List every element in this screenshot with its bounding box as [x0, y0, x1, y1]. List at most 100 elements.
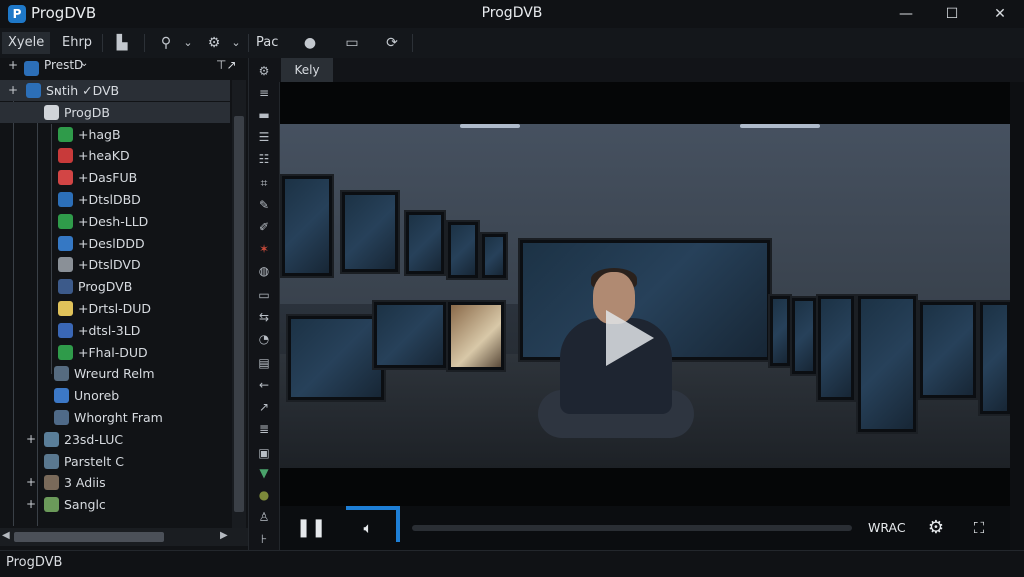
filter-icon[interactable]: ⊤↗	[216, 58, 237, 72]
tree-item[interactable]: +DeslDDD	[0, 233, 230, 254]
signal-icon[interactable]: ⌗	[254, 174, 274, 192]
tree-item[interactable]: +DasFUB	[0, 167, 230, 188]
audio-track-label[interactable]: WRAC	[868, 516, 906, 540]
refresh-icon[interactable]: ⟳	[382, 33, 402, 53]
tree-item[interactable]: +DtslDBD	[0, 189, 230, 210]
clock-icon[interactable]: ◔	[254, 330, 274, 348]
brush-icon[interactable]: ✐	[254, 218, 274, 236]
pen-icon[interactable]: ✎	[254, 196, 274, 214]
list-icon[interactable]: ≡	[254, 84, 274, 102]
tree-expander[interactable]: +	[26, 494, 36, 515]
video-player[interactable]	[280, 82, 1010, 506]
tree-item[interactable]: +Fhal-DUD	[0, 342, 230, 363]
tree-horizontal-scrollbar[interactable]: ◀ ▶	[0, 528, 248, 546]
back-icon[interactable]: ←	[254, 376, 274, 394]
scroll-left-icon[interactable]: ◀	[2, 530, 10, 541]
tree-item-label: Sɴtih ✓DVB	[46, 83, 120, 98]
tree-item[interactable]: Wreurd Relm	[0, 363, 230, 384]
tree-item[interactable]: Unoreb	[0, 385, 230, 406]
scroll-right-icon[interactable]: ▶	[220, 530, 228, 541]
tree-item[interactable]: +3 Adiis	[0, 472, 230, 493]
tree-item-label: +dtsl-3LD	[78, 323, 141, 338]
channel-icon	[58, 257, 73, 272]
channel-icon	[58, 127, 73, 142]
ceiling-light	[460, 124, 520, 128]
gear-icon[interactable]: ⚙	[922, 516, 950, 540]
gear-icon[interactable]: ⚙	[254, 62, 274, 80]
tree-header-label[interactable]: PrestD	[44, 58, 83, 72]
close-button[interactable]: ✕	[978, 2, 1022, 26]
tree-expander[interactable]: +	[26, 429, 36, 450]
tree-item[interactable]: +hagB	[0, 124, 230, 145]
tree-header: + PrestD ⌄ ⊤↗	[0, 58, 248, 80]
forward-icon[interactable]: ↗	[254, 398, 274, 416]
stack-icon[interactable]: ≣	[254, 420, 274, 438]
gear-icon[interactable]: ⚙	[204, 33, 224, 53]
video-monitor	[856, 294, 918, 434]
tv-icon[interactable]: ▭	[342, 33, 362, 53]
channel-icon	[26, 83, 41, 98]
tab-kely[interactable]: Kely	[281, 58, 333, 82]
tree-header-chevron-icon[interactable]: ⌄	[80, 58, 88, 69]
star-icon[interactable]: ✶	[254, 240, 274, 258]
bars-chart-icon[interactable]: ▙	[112, 33, 132, 53]
globe-icon[interactable]: ◍	[254, 262, 274, 280]
toolbar-separator	[412, 34, 413, 52]
tree-expander[interactable]: +	[26, 472, 36, 493]
channel-icon	[54, 366, 69, 381]
tree-hscroll-thumb[interactable]	[14, 532, 164, 542]
tree-item[interactable]: +Desh-LLD	[0, 211, 230, 232]
maximize-button[interactable]: ☐	[930, 2, 974, 26]
tree-item[interactable]: +23sd-LUC	[0, 429, 230, 450]
swap-icon[interactable]: ⇆	[254, 308, 274, 326]
split-icon[interactable]: ⊦	[254, 530, 274, 548]
volume-icon[interactable]: 🔈︎	[354, 516, 382, 540]
tree-item[interactable]: +heaKD	[0, 145, 230, 166]
tree-item[interactable]: Whorght Fram	[0, 407, 230, 428]
tree-item-label: +DtslDBD	[78, 192, 141, 207]
lines-icon[interactable]: ☷	[254, 150, 274, 168]
fullscreen-icon[interactable]: ⛶	[964, 516, 994, 540]
search-dropdown-icon[interactable]: ⌄	[178, 33, 198, 53]
tree-item[interactable]: + Sɴtih ✓DVB	[0, 80, 230, 101]
tree-item[interactable]: +DtslDVD	[0, 254, 230, 275]
channel-tree: + PrestD ⌄ ⊤↗ + Sɴtih ✓DVB ProgDB +hagB +hea…	[0, 58, 249, 550]
tree-item[interactable]: Parstelt C	[0, 451, 230, 472]
tree-item[interactable]: + Sanglc	[0, 494, 230, 515]
tree-item[interactable]: +dtsl-3LD	[0, 320, 230, 341]
tree-item[interactable]: ProgDB	[0, 102, 230, 123]
channel-icon	[58, 170, 73, 185]
record-icon[interactable]: ●	[300, 33, 320, 53]
epg-icon[interactable]: ☰	[254, 128, 274, 146]
toolbar-separator	[102, 34, 103, 52]
menu-file[interactable]: Xyele	[2, 32, 51, 54]
pac-button[interactable]: Pac	[256, 32, 278, 54]
tree-item[interactable]: +Drtsl-DUD	[0, 298, 230, 319]
search-icon[interactable]: ⚲	[156, 33, 176, 53]
channel-icon	[54, 410, 69, 425]
film-icon[interactable]: ▤	[254, 354, 274, 372]
video-tab-strip: Kely	[279, 58, 1024, 82]
pause-icon[interactable]: ❚❚	[296, 516, 326, 540]
user-icon[interactable]: ♙	[254, 508, 274, 526]
window-icon[interactable]: ▣	[254, 444, 274, 462]
tree-item[interactable]: ProgDVB	[0, 276, 230, 297]
video-monitor	[372, 300, 448, 370]
tree-item-label: +DtslDVD	[78, 257, 141, 272]
tree-scroll-thumb[interactable]	[234, 116, 244, 512]
status-text: ProgDVB	[6, 555, 63, 570]
tree-vertical-scrollbar[interactable]	[232, 80, 246, 528]
menu-help[interactable]: Ehrp	[56, 32, 98, 54]
tree-expander[interactable]: +	[8, 80, 18, 101]
tree-item-label: +Desh-LLD	[78, 214, 149, 229]
channel-icon	[54, 388, 69, 403]
screen-icon[interactable]: ▭	[254, 286, 274, 304]
tree-expander[interactable]: +	[8, 58, 18, 72]
play-overlay-icon[interactable]	[606, 310, 654, 366]
seek-bar[interactable]	[412, 525, 852, 531]
settings-dropdown-icon[interactable]: ⌄	[226, 33, 246, 53]
minimize-button[interactable]: —	[884, 2, 928, 26]
signal-strength-icon[interactable]: ▼	[254, 464, 274, 482]
folder-icon[interactable]: ▬	[254, 106, 274, 124]
tree-item-label: +DasFUB	[78, 170, 138, 185]
